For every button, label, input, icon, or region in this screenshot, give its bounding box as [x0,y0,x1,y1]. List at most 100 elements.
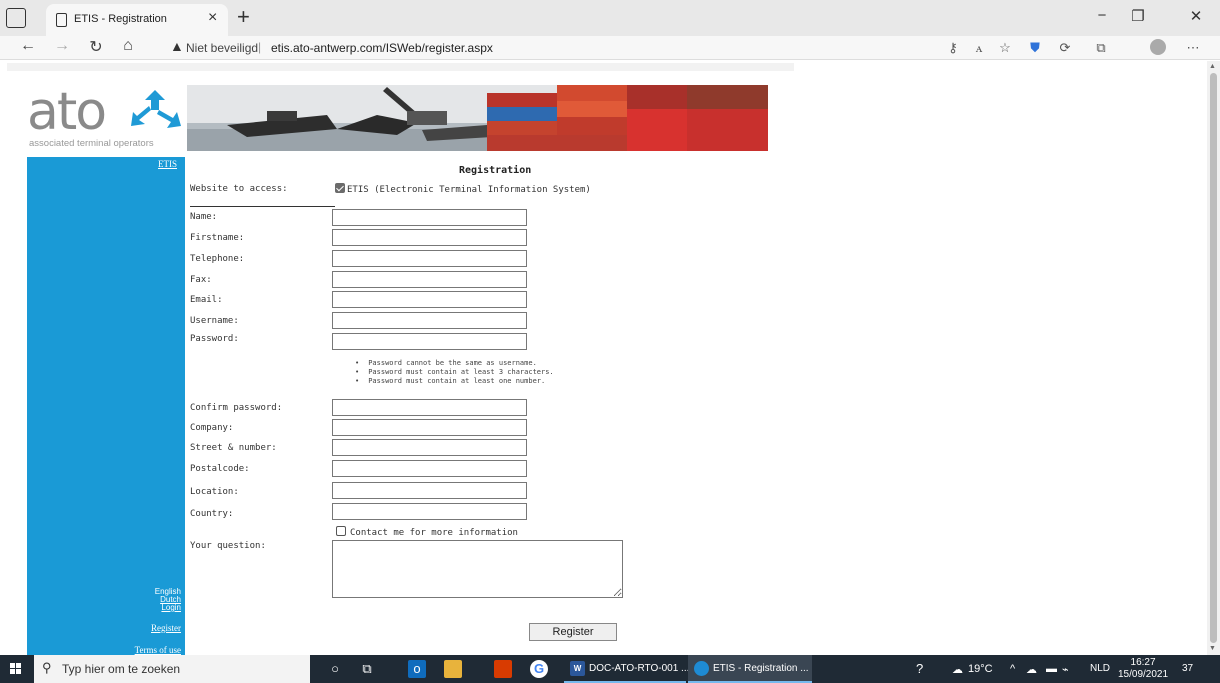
minimize-icon[interactable]: − [1092,7,1112,24]
taskbar-app-word[interactable]: W DOC-ATO-RTO-001 ... [564,655,690,683]
url-field[interactable]: etis.ato-antwerp.com/ISWeb/register.aspx [271,41,493,55]
taskbar-app-label: ETIS - Registration ... [713,663,809,674]
fax-label: Fax: [190,275,212,285]
sidebar: ETIS English Dutch Login Register Terms … [27,157,185,655]
location-label: Location: [190,487,239,497]
clock-time: 16:27 [1130,657,1156,668]
username-input[interactable] [332,312,527,329]
notification-badge[interactable]: 37 [1182,663,1193,674]
password-rule: Password must contain at least 3 charact… [355,368,553,377]
temperature[interactable]: 19°C [968,663,993,675]
more-menu-icon[interactable]: ⋯ [1184,40,1202,56]
favorite-icon[interactable]: ☆ [996,40,1014,56]
sidebar-link-register[interactable]: Register [151,623,181,633]
scroll-thumb[interactable] [1210,73,1217,643]
profile-avatar[interactable] [1150,39,1166,55]
outlook-icon[interactable]: o [408,660,426,678]
input-language[interactable]: NLD [1090,663,1110,674]
restore-icon[interactable]: ❐ [1128,7,1148,25]
country-label: Country: [190,509,234,519]
tab-title: ETIS - Registration [74,13,167,25]
etis-option-label: ETIS (Electronic Terminal Information Sy… [347,185,591,195]
scroll-up-icon[interactable]: ▲ [1209,63,1216,70]
email-input[interactable] [332,291,527,308]
extensions-icon[interactable]: ⟳ [1056,40,1074,56]
question-label: Your question: [190,541,266,551]
tray-chevron-icon[interactable]: ^ [1010,663,1015,675]
edge-icon [694,661,709,676]
website-label: Website to access: [190,184,288,194]
close-window-icon[interactable]: ✕ [1186,7,1206,25]
password-rule: Password must contain at least one numbe… [355,377,554,386]
sidebar-link-terms[interactable]: Terms of use [135,645,181,655]
postalcode-input[interactable] [332,460,527,477]
taskbar-app-edge[interactable]: ETIS - Registration ... [688,655,812,683]
username-label: Username: [190,316,239,326]
company-input[interactable] [332,419,527,436]
name-input[interactable] [332,209,527,226]
back-icon[interactable]: ← [18,37,38,55]
warning-icon[interactable]: ▲ [170,38,184,54]
office-icon[interactable] [494,660,512,678]
street-input[interactable] [332,439,527,456]
question-textarea[interactable] [332,540,623,598]
register-button[interactable]: Register [529,623,617,641]
security-label[interactable]: Niet beveiligd [186,41,258,55]
address-bar: ← → ↻ ⌂ ▲ Niet beveiligd | etis.ato-antw… [0,36,1220,60]
password-input[interactable] [332,333,527,350]
weather-icon[interactable]: ☁ [952,663,963,676]
contact-label: Contact me for more information [350,528,518,538]
fax-input[interactable] [332,271,527,288]
collections-icon[interactable]: ⧉ [1092,40,1110,56]
tab-close-icon[interactable]: × [208,9,217,27]
page-top-strip [7,63,794,71]
task-view-icon[interactable]: ⧉ [358,660,376,678]
password-label: Password: [190,334,239,344]
contact-checkbox[interactable] [336,526,346,536]
chrome-icon[interactable]: G [530,660,548,678]
email-label: Email: [190,295,223,305]
onedrive-icon[interactable]: ☁ [1026,663,1037,676]
logo-wordmark: ato [27,82,107,142]
ato-logo: ato associated terminal operators [27,83,187,151]
cortana-icon[interactable]: ○ [326,660,344,678]
firstname-label: Firstname: [190,233,245,243]
read-aloud-icon[interactable]: ꭺ [970,40,988,56]
confirm-password-label: Confirm password: [190,403,283,413]
firstname-input[interactable] [332,229,527,246]
taskbar-search[interactable]: ⚲ Typ hier om te zoeken [34,655,310,683]
tab-actions-icon[interactable] [6,8,26,28]
page-viewport: ato associated terminal operators ETIS E… [0,61,1207,655]
country-input[interactable] [332,503,527,520]
logo-triskelion-icon [131,90,181,128]
network-icon[interactable]: ⌁ [1062,663,1069,676]
location-input[interactable] [332,482,527,499]
word-icon: W [570,661,585,676]
forward-icon[interactable]: → [52,37,72,55]
home-icon[interactable]: ⌂ [118,37,138,55]
shield-icon[interactable]: ⛊ [1026,40,1044,56]
new-tab-button[interactable]: + [237,4,250,30]
search-icon: ⚲ [42,660,52,675]
key-icon[interactable]: ⚷ [944,40,962,56]
page-scrollbar[interactable]: ▲ ▼ [1207,61,1220,655]
form-divider [190,206,335,207]
sidebar-login-link[interactable]: Login [161,603,181,612]
browser-tab-bar: ETIS - Registration × + − ❐ ✕ [0,0,1220,36]
taskbar-app-label: DOC-ATO-RTO-001 ... [589,663,690,674]
battery-icon[interactable]: ▬ [1046,663,1057,675]
scroll-down-icon[interactable]: ▼ [1209,645,1216,652]
file-explorer-icon[interactable] [444,660,462,678]
refresh-icon[interactable]: ↻ [86,37,106,57]
password-rules-list: Password cannot be the same as username.… [355,359,554,386]
help-icon[interactable]: ? [916,661,923,676]
confirm-password-input[interactable] [332,399,527,416]
etis-checkbox[interactable] [335,183,345,193]
telephone-input[interactable] [332,250,527,267]
windows-start-icon[interactable] [10,663,22,675]
street-label: Street & number: [190,443,277,453]
browser-tab[interactable]: ETIS - Registration × [46,4,228,36]
logo-tagline: associated terminal operators [29,138,154,149]
sidebar-link-etis[interactable]: ETIS [158,159,177,169]
taskbar-clock[interactable]: 16:27 15/09/2021 [1118,657,1168,681]
